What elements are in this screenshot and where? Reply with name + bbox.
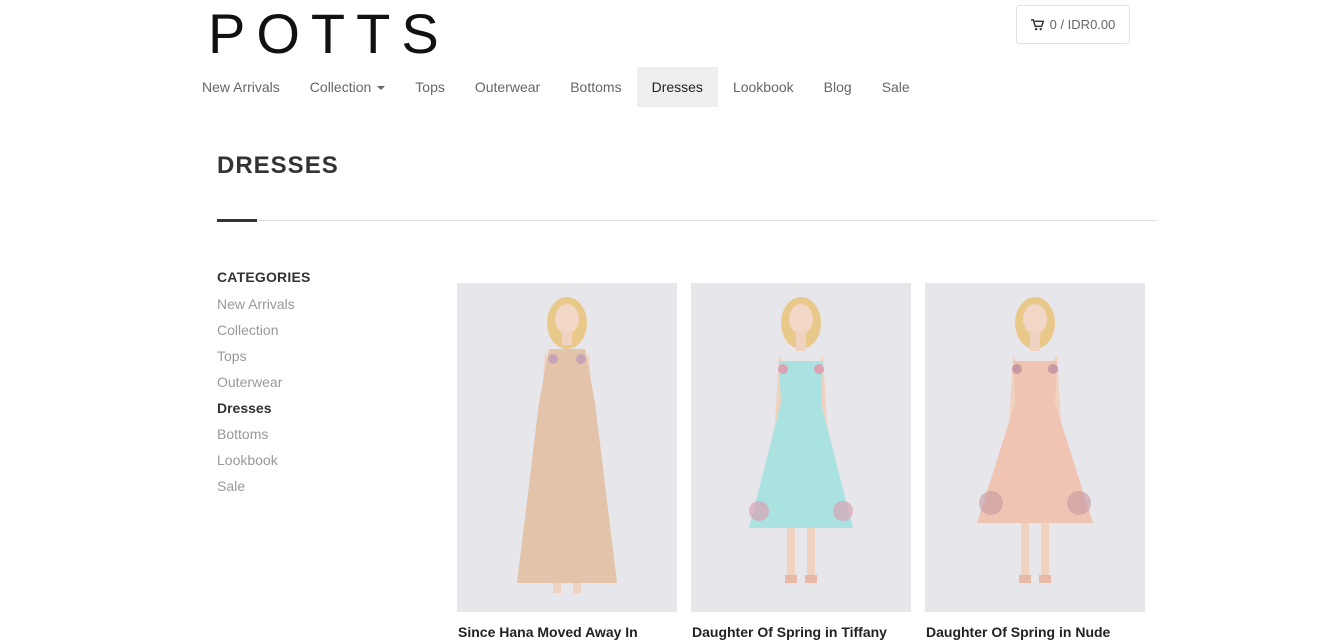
category-item-outerwear[interactable]: Outerwear (217, 369, 417, 395)
page-title: DRESSES (217, 152, 339, 179)
nav-item-collection[interactable]: Collection (295, 67, 400, 107)
cart-summary: 0 / IDR0.00 (1049, 17, 1116, 32)
product-name[interactable]: Daughter Of Spring in Nude (925, 624, 1145, 640)
nav-item-label: Sale (881, 79, 910, 95)
category-item-collection[interactable]: Collection (217, 317, 417, 343)
nav-item-label: Collection (309, 79, 372, 95)
product-image[interactable] (457, 283, 677, 612)
nav-item-bottoms[interactable]: Bottoms (555, 67, 636, 107)
sidebar-heading: CATEGORIES (217, 269, 311, 285)
category-list: New Arrivals Collection Tops Outerwear D… (217, 291, 417, 499)
nav-item-new-arrivals[interactable]: New Arrivals (187, 67, 295, 107)
nav-item-label: Dresses (651, 79, 703, 95)
page: POTTS 0 / IDR0.00 New Arrivals Collectio… (0, 0, 1343, 643)
category-item-bottoms[interactable]: Bottoms (217, 421, 417, 447)
cart-icon (1030, 18, 1044, 30)
nav-item-lookbook[interactable]: Lookbook (718, 67, 809, 107)
product-image[interactable] (691, 283, 911, 612)
product-card[interactable]: Since Hana Moved Away In (457, 283, 677, 640)
nav-item-sale[interactable]: Sale (867, 67, 925, 107)
nav-item-label: Blog (823, 79, 852, 95)
product-card[interactable]: Daughter Of Spring in Tiffany (691, 283, 911, 640)
category-item-dresses[interactable]: Dresses (217, 395, 417, 421)
nav-item-label: Tops (415, 79, 445, 95)
main-nav: New Arrivals Collection Tops Outerwear B… (187, 67, 925, 107)
nav-item-label: Outerwear (474, 79, 541, 95)
title-divider (217, 220, 1157, 221)
nav-item-label: Lookbook (732, 79, 794, 95)
category-sidebar: CATEGORIES New Arrivals Collection Tops … (217, 269, 417, 499)
category-item-lookbook[interactable]: Lookbook (217, 447, 417, 473)
product-name[interactable]: Daughter Of Spring in Tiffany (691, 624, 911, 640)
product-name[interactable]: Since Hana Moved Away In (457, 624, 677, 640)
nav-item-outerwear[interactable]: Outerwear (460, 67, 555, 107)
caret-down-icon (377, 86, 386, 90)
nav-item-tops[interactable]: Tops (400, 67, 460, 107)
product-card[interactable]: Daughter Of Spring in Nude (925, 283, 1145, 640)
nav-item-dresses[interactable]: Dresses (636, 67, 718, 107)
product-image[interactable] (925, 283, 1145, 612)
nav-item-blog[interactable]: Blog (809, 67, 867, 107)
title-divider-accent (217, 219, 257, 222)
cart-button[interactable]: 0 / IDR0.00 (1016, 5, 1130, 44)
category-item-sale[interactable]: Sale (217, 473, 417, 499)
nav-item-label: Bottoms (570, 79, 622, 95)
nav-item-label: New Arrivals (202, 79, 280, 95)
brand-logo[interactable]: POTTS (208, 2, 450, 66)
category-item-tops[interactable]: Tops (217, 343, 417, 369)
category-item-new-arrivals[interactable]: New Arrivals (217, 291, 417, 317)
